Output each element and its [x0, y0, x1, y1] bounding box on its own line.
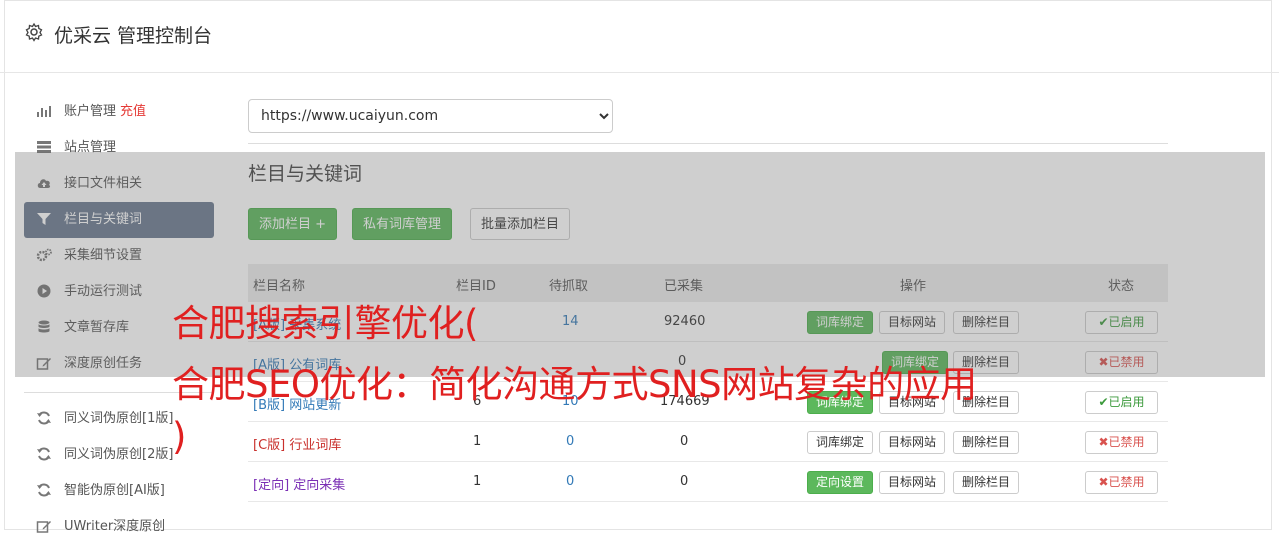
header: 优采云 管理控制台: [0, 0, 1279, 73]
sidebar-item-account[interactable]: 账户管理 充值: [24, 94, 214, 130]
refresh-icon: [36, 483, 52, 499]
status-toggle[interactable]: ✖已禁用: [1085, 431, 1158, 454]
sidebar-item-ai-rewrite[interactable]: 智能伪原创[AI版]: [24, 473, 214, 509]
column-name[interactable]: [C版] 行业词库: [253, 434, 341, 453]
status-toggle[interactable]: ✔已启用: [1085, 391, 1158, 414]
gear-icon: [25, 22, 43, 42]
check-icon: ✔: [1098, 395, 1109, 409]
collected-count: 0: [680, 434, 689, 449]
edit-icon: [36, 519, 52, 535]
column-id: 1: [473, 474, 482, 489]
divider: [248, 143, 1168, 144]
sidebar-item-uwriter[interactable]: UWriter深度原创: [24, 509, 214, 545]
bar-chart-icon: [36, 104, 52, 120]
sidebar-item-label: 同义词伪原创[1版]: [64, 411, 174, 426]
pending-count[interactable]: 0: [566, 434, 574, 449]
column-name[interactable]: [定向] 定向采集: [253, 474, 345, 493]
promo-title-line1: 合肥搜索引擎优化(: [172, 302, 478, 345]
column-id: 1: [473, 434, 482, 449]
sidebar-item-label: 同义词伪原创[2版]: [64, 447, 174, 462]
site-select[interactable]: https://www.ucaiyun.com: [248, 99, 613, 133]
target-site-button[interactable]: 目标网站: [879, 431, 946, 454]
status-toggle[interactable]: ✖已禁用: [1085, 471, 1158, 494]
target-site-button[interactable]: 目标网站: [879, 471, 946, 494]
promo-title-line2: 合肥SEO优化：简化沟通方式SNS网站复杂的应用: [172, 363, 977, 406]
promo-title-line3: ): [172, 415, 186, 458]
table-row: [定向] 定向采集 1 0 0 定向设置 目标网站 删除栏目 ✖已禁用: [248, 462, 1168, 502]
collected-count: 0: [680, 474, 689, 489]
refresh-icon: [36, 447, 52, 463]
delete-column-button[interactable]: 删除栏目: [953, 471, 1020, 494]
bind-lib-button[interactable]: 词库绑定: [807, 431, 874, 454]
recharge-link[interactable]: 充值: [120, 104, 146, 119]
delete-column-button[interactable]: 删除栏目: [953, 431, 1020, 454]
close-icon: ✖: [1098, 435, 1109, 449]
sidebar-item-label: 账户管理: [64, 104, 117, 119]
page-title: 优采云 管理控制台: [54, 25, 213, 47]
refresh-icon: [36, 411, 52, 427]
sidebar-item-label: UWriter深度原创: [64, 519, 166, 534]
directed-settings-button[interactable]: 定向设置: [807, 471, 874, 494]
close-icon: ✖: [1098, 475, 1109, 489]
pending-count[interactable]: 0: [566, 474, 574, 489]
sidebar-item-label: 智能伪原创[AI版]: [64, 483, 165, 498]
table-row: [C版] 行业词库 1 0 0 词库绑定 目标网站 删除栏目 ✖已禁用: [248, 422, 1168, 462]
